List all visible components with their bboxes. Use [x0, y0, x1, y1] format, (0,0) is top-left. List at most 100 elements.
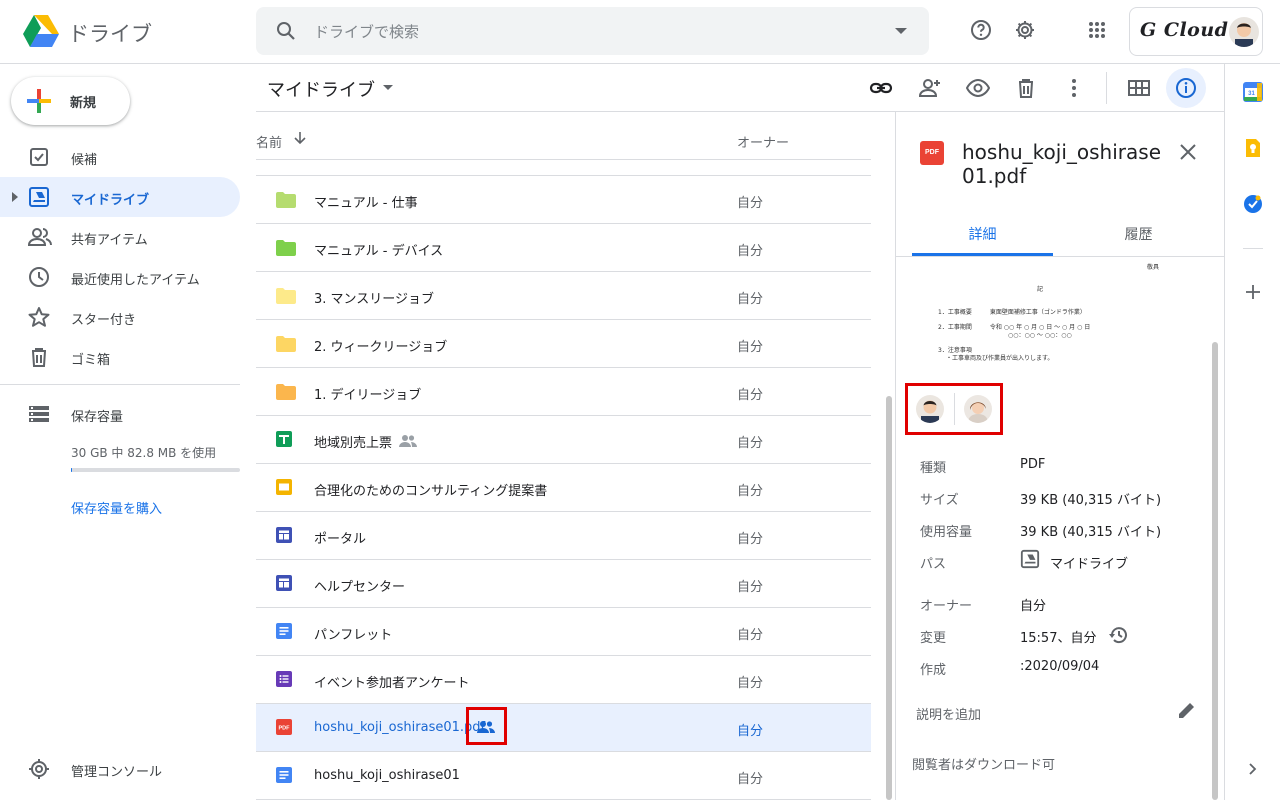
file-owner: 自分: [737, 772, 764, 787]
buy-storage-link[interactable]: 保存容量を購入: [71, 498, 162, 517]
version-history-icon[interactable]: [1108, 624, 1130, 646]
file-owner: 自分: [737, 244, 764, 259]
sidebar-item-my-drive[interactable]: マイドライブ: [0, 177, 240, 217]
info-icon: [1174, 76, 1198, 100]
file-name: 合理化のためのコンサルティング提案書: [314, 484, 548, 499]
new-button-label: 新規: [70, 96, 97, 111]
detail-value: :2020/09/04: [1020, 659, 1100, 674]
search-options-icon[interactable]: [895, 28, 907, 34]
chevron-down-icon[interactable]: [383, 85, 393, 90]
new-button[interactable]: 新規: [11, 77, 130, 125]
viewers-can-download-setting[interactable]: 閲覧者はダウンロード可: [912, 754, 1055, 773]
pdf-file-icon: PDF: [920, 141, 944, 165]
table-row[interactable]: 1. デイリージョブ 自分: [256, 368, 871, 416]
page-title[interactable]: マイドライブ: [267, 76, 375, 102]
help-icon[interactable]: [969, 18, 993, 42]
table-row[interactable]: イベント参加者アンケート 自分: [256, 656, 871, 704]
preview-text: 1．工事概要 東面壁面補修工事（ゴンドラ作業）: [938, 309, 1086, 316]
table-row[interactable]: ヘルプセンター 自分: [256, 560, 871, 608]
detail-label: 変更: [920, 631, 947, 646]
sidebar-item-admin-console[interactable]: 管理コンソール: [0, 749, 240, 789]
expand-caret-icon[interactable]: [12, 192, 18, 202]
search-input[interactable]: ドライブで検索: [314, 21, 419, 42]
folder-icon: [276, 336, 296, 352]
settings-gear-icon[interactable]: [1013, 18, 1037, 42]
add-addon-plus-icon[interactable]: [1243, 282, 1263, 302]
tasks-icon[interactable]: [1243, 194, 1263, 214]
table-row[interactable]: 2. ウィークリージョブ 自分: [256, 320, 871, 368]
chevron-right-icon[interactable]: [1245, 762, 1259, 776]
trash-icon: [28, 346, 50, 368]
account-button[interactable]: G Cloud: [1129, 7, 1263, 56]
apps-grid-icon[interactable]: [1085, 18, 1109, 42]
avatar[interactable]: [1229, 17, 1259, 47]
tab-history[interactable]: 履歴: [1068, 224, 1209, 244]
table-row[interactable]: ポータル 自分: [256, 512, 871, 560]
table-row[interactable]: hoshu_koji_oshirase01 自分: [256, 752, 871, 800]
grid-view-icon[interactable]: [1127, 76, 1151, 100]
list-header: 名前 オーナー: [256, 112, 871, 160]
file-owner: 自分: [737, 388, 764, 403]
file-owner: 自分: [737, 580, 764, 595]
link-icon[interactable]: [869, 76, 893, 100]
keep-icon[interactable]: [1243, 138, 1263, 158]
tab-details[interactable]: 詳細: [912, 224, 1053, 244]
search-bar[interactable]: ドライブで検索: [256, 7, 929, 55]
people-icon: [28, 226, 52, 248]
file-owner: 自分: [737, 196, 764, 211]
sidebar-item-starred[interactable]: スター付き: [0, 297, 240, 337]
details-scrollbar[interactable]: [1212, 342, 1218, 800]
clock-icon: [28, 266, 50, 288]
file-owner: 自分: [737, 676, 764, 691]
slides-icon: [276, 479, 292, 495]
add-person-icon[interactable]: [918, 76, 942, 100]
search-icon[interactable]: [274, 19, 298, 43]
close-icon[interactable]: [1178, 142, 1198, 162]
detail-path-link[interactable]: マイドライブ: [1050, 553, 1128, 572]
table-row[interactable]: パンフレット 自分: [256, 608, 871, 656]
calendar-icon[interactable]: 31: [1243, 82, 1263, 102]
file-name: 1. デイリージョブ: [314, 388, 422, 403]
column-owner-header[interactable]: オーナー: [737, 132, 789, 151]
sidebar-item-label: ゴミ箱: [71, 353, 111, 368]
table-row: [256, 160, 871, 176]
table-row[interactable]: 合理化のためのコンサルティング提案書 自分: [256, 464, 871, 512]
sidebar-item-shared[interactable]: 共有アイテム: [0, 217, 240, 257]
list-scrollbar[interactable]: [886, 396, 892, 800]
sidebar-item-trash[interactable]: ゴミ箱: [0, 337, 240, 377]
delete-trash-icon[interactable]: [1014, 76, 1038, 100]
table-row[interactable]: 3. マンスリージョブ 自分: [256, 272, 871, 320]
avatar[interactable]: [964, 395, 992, 423]
column-name-header[interactable]: 名前: [256, 132, 282, 151]
preview-eye-icon[interactable]: [966, 76, 990, 100]
checkbox-icon: [28, 146, 50, 168]
file-name: 2. ウィークリージョブ: [314, 340, 448, 355]
detail-label: サイズ: [920, 493, 959, 508]
table-row[interactable]: 地域別売上票 自分: [256, 416, 871, 464]
detail-value: 自分: [1020, 599, 1047, 614]
edit-pencil-icon[interactable]: [1177, 700, 1197, 720]
storage-progress-fill: [71, 468, 72, 472]
sidebar-item-recent[interactable]: 最近使用したアイテム: [0, 257, 240, 297]
table-row[interactable]: マニュアル - デバイス 自分: [256, 224, 871, 272]
table-row[interactable]: マニュアル - 仕事 自分: [256, 176, 871, 224]
drive-logo-icon[interactable]: [22, 14, 60, 48]
sidebar-item-label: スター付き: [71, 313, 137, 328]
sort-arrow-down-icon[interactable]: [293, 131, 307, 145]
file-name: ヘルプセンター: [314, 580, 406, 595]
app-name[interactable]: ドライブ: [68, 18, 152, 48]
file-preview-thumbnail[interactable]: 敬具 記 1．工事概要 東面壁面補修工事（ゴンドラ作業） 2．工事期間 令和 ○…: [904, 262, 1202, 372]
avatar[interactable]: [916, 395, 944, 423]
sidebar-item-suggested[interactable]: 候補: [0, 137, 240, 177]
pdf-icon: PDF: [276, 719, 292, 735]
file-name: イベント参加者アンケート: [314, 676, 470, 691]
who-has-access[interactable]: [905, 383, 1003, 435]
table-row[interactable]: PDF hoshu_koji_oshirase01.pdf 自分: [256, 704, 871, 752]
folder-icon: [276, 240, 296, 256]
info-button[interactable]: [1166, 68, 1206, 108]
add-description-field[interactable]: 説明を追加: [916, 704, 981, 723]
shared-people-icon: [399, 434, 417, 448]
more-vert-icon[interactable]: [1062, 76, 1086, 100]
sidebar-item-storage[interactable]: 保存容量: [0, 394, 240, 434]
file-owner: 自分: [737, 436, 764, 451]
